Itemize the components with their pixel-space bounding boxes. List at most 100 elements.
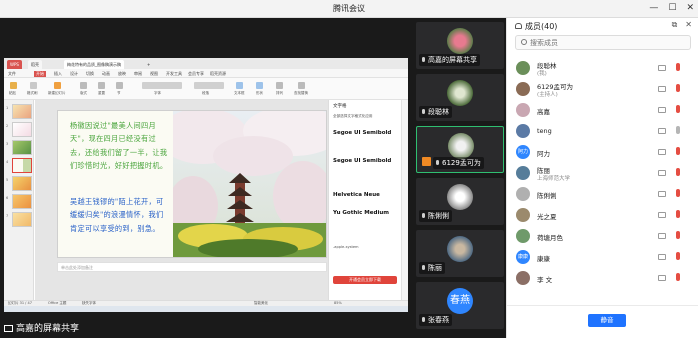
camera-icon[interactable] <box>658 191 666 197</box>
member-row[interactable]: 阿力 阿力 <box>507 142 698 163</box>
mute-all-button[interactable]: 静音 <box>588 314 626 327</box>
share-icon <box>422 157 431 166</box>
slide-thumbnail-selected[interactable] <box>12 158 32 173</box>
maximize-icon[interactable]: ☐ <box>668 3 676 14</box>
wps-tab-docer[interactable]: 稻壳 <box>28 60 42 69</box>
wps-tab-document[interactable]: 梅花特有的品质_图像稿演示稿 <box>64 60 124 69</box>
video-tile[interactable]: 陈丽 <box>416 230 504 277</box>
member-row[interactable]: 陈俐俐 <box>507 184 698 205</box>
mic-icon[interactable] <box>676 126 680 134</box>
zoom-level[interactable]: 85% <box>334 301 342 305</box>
wps-tab-home[interactable]: WPS <box>7 60 22 69</box>
wps-new-tab[interactable]: + <box>144 60 153 69</box>
video-tile[interactable]: 陈俐俐 <box>416 178 504 225</box>
member-row[interactable]: 康康 康康 <box>507 247 698 268</box>
notes-field[interactable]: 单击此处添加备注 <box>57 262 327 272</box>
search-input[interactable] <box>530 37 680 49</box>
current-slide[interactable]: 杨徽因说过"最美人间四月天"，现在四月已经没有过去，还给我们留了一半，让我们珍惜… <box>57 110 327 258</box>
camera-icon[interactable] <box>658 170 666 176</box>
member-row[interactable]: 陈丽 上海师范大学 <box>507 163 698 184</box>
member-row[interactable]: teng <box>507 121 698 142</box>
font-option[interactable]: Segoe UI Semibold <box>333 130 391 136</box>
textbox-icon[interactable] <box>236 82 243 89</box>
avatar <box>516 208 530 222</box>
close-icon[interactable]: ✕ <box>685 20 692 30</box>
wps-menu-item[interactable]: 设计 <box>70 71 78 77</box>
wps-menu-item[interactable]: 开始 <box>34 71 46 77</box>
member-row[interactable]: 高嘉 <box>507 100 698 121</box>
mic-muted-icon[interactable] <box>676 189 680 197</box>
font-option[interactable]: -apple-system <box>333 245 359 249</box>
wps-menu-item[interactable]: 切换 <box>86 71 94 77</box>
wps-menu-item[interactable]: 稻壳资源 <box>210 71 226 77</box>
font-option[interactable]: Helvetica Neue <box>333 192 380 198</box>
wps-menu-item[interactable]: 开发工具 <box>166 71 182 77</box>
camera-icon[interactable] <box>658 107 666 113</box>
find-replace-icon[interactable] <box>298 82 305 89</box>
slide-thumbnail[interactable] <box>12 122 32 137</box>
font-box[interactable] <box>142 82 182 89</box>
video-tile[interactable]: 段聪林 <box>416 74 504 121</box>
wps-menu-item[interactable]: 审阅 <box>134 71 142 77</box>
slide-thumbnail[interactable] <box>12 104 32 119</box>
mic-muted-icon[interactable] <box>676 105 680 113</box>
wps-menu-item[interactable]: 文件 <box>8 71 16 77</box>
ribbon-label: 字体 <box>154 91 161 95</box>
slide-thumbnail[interactable] <box>12 176 32 191</box>
camera-icon[interactable] <box>658 86 666 92</box>
video-tile-speaking[interactable]: 6129孟可为 <box>416 126 504 173</box>
avatar <box>516 166 530 180</box>
camera-icon[interactable] <box>658 275 666 281</box>
wps-menu-item[interactable]: 插入 <box>54 71 62 77</box>
shape-icon[interactable] <box>256 82 263 89</box>
member-row[interactable]: 荷塘月色 <box>507 226 698 247</box>
windows-taskbar <box>4 306 408 312</box>
wps-menu-item[interactable]: 视图 <box>150 71 158 77</box>
slide-thumbnail[interactable] <box>12 194 32 209</box>
member-row[interactable]: 李 文 <box>507 268 698 289</box>
mic-muted-icon[interactable] <box>676 63 680 71</box>
new-slide-icon[interactable] <box>54 82 61 89</box>
wps-menu-item[interactable]: 放映 <box>118 71 126 77</box>
slide-thumbnail[interactable] <box>12 140 32 155</box>
wps-menu-item[interactable]: 会员专享 <box>188 71 204 77</box>
slide-number: 3 <box>6 142 9 146</box>
camera-icon[interactable] <box>658 149 666 155</box>
paste-icon[interactable] <box>10 82 17 89</box>
layout-icon[interactable] <box>80 82 87 89</box>
camera-icon[interactable] <box>658 128 666 134</box>
download-button[interactable]: 开通会员立即下载 <box>333 276 397 284</box>
mic-muted-icon[interactable] <box>676 168 680 176</box>
mic-muted-icon[interactable] <box>676 210 680 218</box>
paragraph-icon[interactable] <box>194 82 224 89</box>
font-option[interactable]: Segoe UI Semibold <box>333 158 391 164</box>
font-option[interactable]: Yu Gothic Medium <box>333 210 389 216</box>
video-tile[interactable]: 春燕 张春燕 <box>416 282 504 329</box>
camera-icon[interactable] <box>658 254 666 260</box>
arrange-icon[interactable] <box>276 82 283 89</box>
member-row[interactable]: 光之夏 <box>507 205 698 226</box>
mic-muted-icon[interactable] <box>676 84 680 92</box>
mic-muted-icon[interactable] <box>676 252 680 260</box>
tile-name: 张春燕 <box>419 314 452 326</box>
mic-muted-icon[interactable] <box>676 147 680 155</box>
camera-icon[interactable] <box>658 65 666 71</box>
members-panel: 成员(40) ⧉ ✕ 段聪林 (我) 6129孟可为 (主持人) <box>506 18 698 338</box>
section-icon[interactable] <box>116 82 123 89</box>
camera-icon[interactable] <box>658 233 666 239</box>
camera-icon[interactable] <box>658 212 666 218</box>
popout-icon[interactable]: ⧉ <box>672 20 678 30</box>
reset-icon[interactable] <box>98 82 105 89</box>
close-icon[interactable]: ✕ <box>686 3 694 14</box>
wps-menu-item[interactable]: 动画 <box>102 71 110 77</box>
member-search[interactable] <box>515 35 691 50</box>
video-tile[interactable]: 高嘉的屏幕共享 <box>416 22 504 69</box>
minimize-icon[interactable]: — <box>649 3 658 14</box>
slide-thumbnail[interactable] <box>12 212 32 227</box>
format-painter-icon[interactable] <box>30 82 37 89</box>
mic-muted-icon[interactable] <box>676 273 680 281</box>
member-row[interactable]: 段聪林 (我) <box>507 58 698 79</box>
mic-muted-icon[interactable] <box>676 231 680 239</box>
member-row[interactable]: 6129孟可为 (主持人) <box>507 79 698 100</box>
tile-name: 陈俐俐 <box>419 210 452 222</box>
